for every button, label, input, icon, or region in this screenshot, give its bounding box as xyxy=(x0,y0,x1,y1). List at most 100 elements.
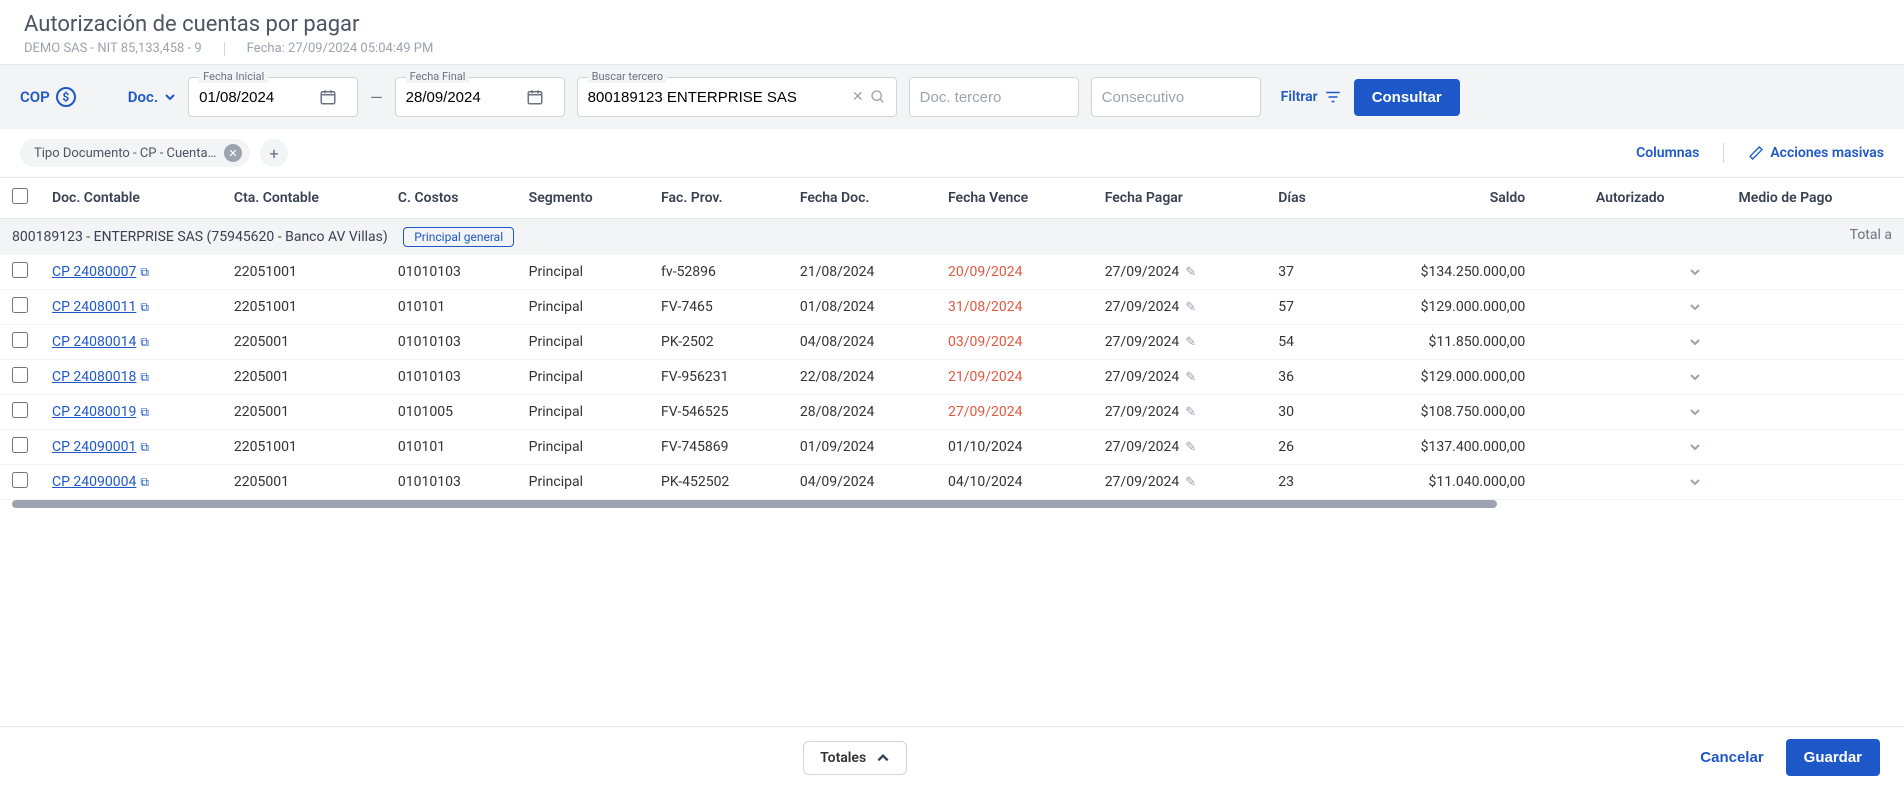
col-fecha-vence[interactable]: Fecha Vence xyxy=(936,178,1093,219)
select-all-checkbox[interactable] xyxy=(12,188,28,204)
doc-link[interactable]: CP 24090004 xyxy=(52,474,136,490)
external-link-icon[interactable]: ⧉ xyxy=(140,300,149,314)
col-dias[interactable]: Días xyxy=(1266,178,1344,219)
fac-cell: PK-2502 xyxy=(649,325,788,360)
row-checkbox[interactable] xyxy=(12,262,28,278)
expand-row-icon[interactable] xyxy=(1677,360,1727,395)
calendar-icon[interactable] xyxy=(526,88,544,106)
medio-pago-cell xyxy=(1727,360,1904,395)
row-checkbox[interactable] xyxy=(12,297,28,313)
doc-link[interactable]: CP 24080014 xyxy=(52,334,136,350)
row-checkbox[interactable] xyxy=(12,332,28,348)
chevron-down-icon xyxy=(164,91,176,103)
fecha-inicial-input[interactable] xyxy=(199,89,319,106)
doc-link[interactable]: CP 24080011 xyxy=(52,299,136,315)
fpag-cell: 27/09/2024✎ xyxy=(1093,465,1267,500)
columnas-button[interactable]: Columnas xyxy=(1636,145,1699,161)
edit-date-icon[interactable]: ✎ xyxy=(1185,370,1196,385)
external-link-icon[interactable]: ⧉ xyxy=(140,475,149,489)
saldo-cell: $137.400.000,00 xyxy=(1344,430,1537,465)
external-link-icon[interactable]: ⧉ xyxy=(140,370,149,384)
col-fac-prov[interactable]: Fac. Prov. xyxy=(649,178,788,219)
edit-date-icon[interactable]: ✎ xyxy=(1185,440,1196,455)
filter-chip-tipo-documento[interactable]: Tipo Documento - CP - Cuenta ... ✕ xyxy=(20,139,250,167)
fecha-final-field[interactable]: Fecha Final xyxy=(395,77,565,117)
search-icon[interactable] xyxy=(870,89,886,105)
expand-row-icon[interactable] xyxy=(1677,430,1727,465)
expand-row-icon[interactable] xyxy=(1677,395,1727,430)
expand-row-icon[interactable] xyxy=(1677,290,1727,325)
external-link-icon[interactable]: ⧉ xyxy=(140,440,149,454)
group-total-label: Total a xyxy=(1850,227,1892,243)
doc-link[interactable]: CP 24080018 xyxy=(52,369,136,385)
doc-link[interactable]: CP 24090001 xyxy=(52,439,136,455)
edit-icon xyxy=(1748,145,1764,161)
fecha-final-input[interactable] xyxy=(406,89,526,106)
consecutivo-input[interactable] xyxy=(1102,89,1250,106)
row-checkbox[interactable] xyxy=(12,437,28,453)
col-fecha-pagar[interactable]: Fecha Pagar xyxy=(1093,178,1267,219)
buscar-tercero-field[interactable]: Buscar tercero ✕ xyxy=(577,77,897,117)
filtrar-button[interactable]: Filtrar xyxy=(1281,88,1342,106)
fpag-cell: 27/09/2024✎ xyxy=(1093,325,1267,360)
dias-cell: 36 xyxy=(1266,360,1344,395)
row-checkbox[interactable] xyxy=(12,402,28,418)
col-fecha-doc[interactable]: Fecha Doc. xyxy=(788,178,936,219)
cta-cell: 2205001 xyxy=(222,325,386,360)
fven-cell: 21/09/2024 xyxy=(936,360,1093,395)
col-doc-contable[interactable]: Doc. Contable xyxy=(40,178,222,219)
totales-toggle[interactable]: Totales xyxy=(803,741,907,775)
doc-type-dropdown[interactable]: Doc. xyxy=(128,88,176,106)
expand-row-icon[interactable] xyxy=(1677,325,1727,360)
table-row: CP 24080018⧉ 2205001 01010103 Principal … xyxy=(0,360,1904,395)
fven-cell: 31/08/2024 xyxy=(936,290,1093,325)
col-c-costos[interactable]: C. Costos xyxy=(386,178,517,219)
consecutivo-field[interactable] xyxy=(1091,77,1261,117)
edit-date-icon[interactable]: ✎ xyxy=(1185,335,1196,350)
fdoc-cell: 04/08/2024 xyxy=(788,325,936,360)
col-segmento[interactable]: Segmento xyxy=(517,178,649,219)
expand-row-icon[interactable] xyxy=(1677,255,1727,290)
col-cta-contable[interactable]: Cta. Contable xyxy=(222,178,386,219)
doc-tercero-input[interactable] xyxy=(920,89,1068,106)
edit-date-icon[interactable]: ✎ xyxy=(1185,475,1196,490)
edit-date-icon[interactable]: ✎ xyxy=(1185,265,1196,280)
calendar-icon[interactable] xyxy=(319,88,337,106)
external-link-icon[interactable]: ⧉ xyxy=(140,335,149,349)
table-row: CP 24080014⧉ 2205001 01010103 Principal … xyxy=(0,325,1904,360)
col-medio-pago[interactable]: Medio de Pago xyxy=(1727,178,1904,219)
row-checkbox[interactable] xyxy=(12,367,28,383)
edit-date-icon[interactable]: ✎ xyxy=(1185,405,1196,420)
fac-cell: PK-452502 xyxy=(649,465,788,500)
cancelar-button[interactable]: Cancelar xyxy=(1686,739,1777,776)
footer-bar: Totales Cancelar Guardar xyxy=(0,726,1904,788)
medio-pago-cell xyxy=(1727,325,1904,360)
doc-link[interactable]: CP 24080007 xyxy=(52,264,136,280)
horizontal-scrollbar[interactable] xyxy=(12,500,1497,508)
guardar-button[interactable]: Guardar xyxy=(1786,739,1880,776)
dias-cell: 26 xyxy=(1266,430,1344,465)
add-filter-button[interactable]: + xyxy=(260,139,288,167)
expand-row-icon[interactable] xyxy=(1677,465,1727,500)
acciones-masivas-button[interactable]: Acciones masivas xyxy=(1748,145,1884,161)
fac-cell: FV-546525 xyxy=(649,395,788,430)
doc-link[interactable]: CP 24080019 xyxy=(52,404,136,420)
external-link-icon[interactable]: ⧉ xyxy=(140,405,149,419)
consultar-button[interactable]: Consultar xyxy=(1354,79,1460,116)
external-link-icon[interactable]: ⧉ xyxy=(140,265,149,279)
currency-selector[interactable]: COP $ xyxy=(20,87,76,107)
fven-cell: 01/10/2024 xyxy=(936,430,1093,465)
col-saldo[interactable]: Saldo xyxy=(1344,178,1537,219)
buscar-tercero-input[interactable] xyxy=(588,89,852,106)
medio-pago-cell xyxy=(1727,290,1904,325)
seg-cell: Principal xyxy=(517,465,649,500)
edit-date-icon[interactable]: ✎ xyxy=(1185,300,1196,315)
doc-tercero-field[interactable] xyxy=(909,77,1079,117)
clear-icon[interactable]: ✕ xyxy=(852,89,864,105)
col-expand xyxy=(1677,178,1727,219)
col-autorizado[interactable]: Autorizado xyxy=(1537,178,1676,219)
fecha-inicial-field[interactable]: Fecha Inicial xyxy=(188,77,358,117)
fpag-cell: 27/09/2024✎ xyxy=(1093,395,1267,430)
row-checkbox[interactable] xyxy=(12,472,28,488)
chip-remove-icon[interactable]: ✕ xyxy=(224,144,242,162)
